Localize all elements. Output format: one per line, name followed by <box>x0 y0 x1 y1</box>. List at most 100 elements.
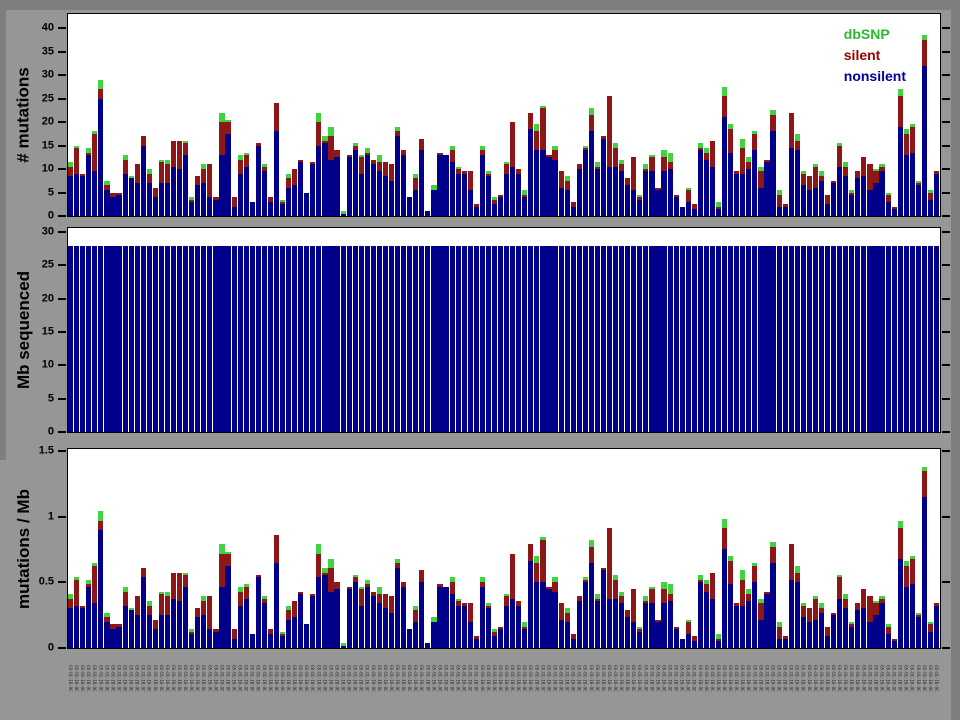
sample-bar <box>80 449 85 648</box>
bar-segment <box>668 153 673 162</box>
sample-bar <box>716 14 721 216</box>
sample-bar <box>310 449 315 648</box>
bar-segment <box>395 136 400 216</box>
sample-bar <box>232 14 237 216</box>
x-tick-label: C8-O1-I8-OC <box>655 665 660 692</box>
sample-bar <box>540 228 545 432</box>
sample-bar <box>443 228 448 432</box>
sample-bar <box>801 14 806 216</box>
sample-bar <box>298 228 303 432</box>
bar-segment <box>873 171 878 183</box>
bar-segment <box>758 620 763 648</box>
bar-segment <box>238 155 243 160</box>
bar-segment <box>595 162 600 167</box>
bar-segment <box>395 559 400 564</box>
y-tick-label: 10 <box>42 162 54 174</box>
x-tick-label: C8-O1-I8-OC <box>583 665 588 692</box>
y-tick-mark <box>942 331 950 333</box>
x-tick-label: C8-O1-I8-OC <box>661 665 666 692</box>
sample-bar <box>873 228 878 432</box>
x-tick-label: C8-O1-I8-OC <box>450 665 455 692</box>
sample-bar <box>698 449 703 648</box>
sample-bar <box>347 228 352 432</box>
bar-segment <box>904 134 909 155</box>
bar-segment <box>898 89 903 96</box>
sample-bar <box>625 228 630 432</box>
bar-segment <box>734 171 739 173</box>
sample-bar <box>407 449 412 648</box>
bar-segment <box>595 246 600 432</box>
bar-segment <box>492 204 497 216</box>
bar-segment <box>692 246 697 432</box>
bar-segment <box>377 587 382 594</box>
bar-segment <box>328 568 333 592</box>
bar-segment <box>740 246 745 432</box>
bar-segment <box>328 160 333 216</box>
sample-bar <box>498 449 503 648</box>
sample-bar <box>116 449 121 648</box>
x-tick-label: C8-O1-I8-OC <box>922 665 927 692</box>
bar-segment <box>401 150 406 155</box>
panel-mutation-rate: mutations / Mb 00.511.5 <box>67 448 941 649</box>
sample-bar <box>238 228 243 432</box>
sample-bar <box>631 228 636 432</box>
sample-bar <box>510 14 515 216</box>
bar-segment <box>310 594 315 596</box>
x-tick-label: C8-O1-I8-OC <box>565 665 570 692</box>
sample-bar <box>601 449 606 648</box>
bar-segment <box>619 246 624 432</box>
bar-segment <box>147 183 152 216</box>
bar-segment <box>589 115 594 131</box>
bar-segment <box>837 143 842 145</box>
bar-segment <box>207 629 212 648</box>
sample-bar <box>147 14 152 216</box>
bar-segment <box>637 200 642 216</box>
bar-segment <box>589 108 594 115</box>
bar-segment <box>365 587 370 648</box>
sample-bar <box>764 449 769 648</box>
sample-bar <box>238 14 243 216</box>
sample-bar <box>456 14 461 216</box>
bar-segment <box>559 246 564 432</box>
x-tick-label: C8-O1-I8-OC <box>522 665 527 692</box>
x-tick-label: C8-O1-I8-OC <box>347 665 352 692</box>
bar-segment <box>504 246 509 432</box>
sample-bar <box>377 14 382 216</box>
x-tick-label: C8-O1-I8-OC <box>407 665 412 692</box>
bar-segment <box>462 171 467 173</box>
bar-segment <box>922 66 927 216</box>
sample-bar <box>534 228 539 432</box>
bar-segment <box>425 246 430 432</box>
bar-segment <box>183 587 188 648</box>
bar-segment <box>274 246 279 432</box>
y-tick-mark <box>942 581 950 583</box>
bar-segment <box>383 176 388 216</box>
sample-bar <box>734 14 739 216</box>
bar-segment <box>655 188 660 190</box>
sample-bar <box>607 449 612 648</box>
sample-bar <box>668 228 673 432</box>
x-tick-label: C8-O1-I8-OC <box>431 665 436 692</box>
sample-bar <box>201 228 206 432</box>
x-tick-label: C8-O1-I8-OC <box>165 665 170 692</box>
bar-segment <box>619 596 624 603</box>
bar-segment <box>631 622 636 648</box>
bar-segment <box>80 246 85 432</box>
bar-segment <box>855 610 860 648</box>
bar-segment <box>250 634 255 648</box>
sample-bar <box>619 228 624 432</box>
sample-bar <box>643 14 648 216</box>
sample-bar <box>389 14 394 216</box>
figure-frame-right <box>951 0 960 720</box>
y-tick-mark <box>58 264 66 266</box>
bar-segment <box>770 547 775 563</box>
bar-segment <box>734 603 739 605</box>
sample-bar <box>595 14 600 216</box>
bar-segment <box>661 171 666 216</box>
x-tick-label: C8-O1-I8-OC <box>668 665 673 692</box>
sample-bar <box>201 449 206 648</box>
sample-bar <box>770 14 775 216</box>
bar-segment <box>898 528 903 559</box>
bar-segment <box>371 596 376 648</box>
sample-bar <box>371 228 376 432</box>
